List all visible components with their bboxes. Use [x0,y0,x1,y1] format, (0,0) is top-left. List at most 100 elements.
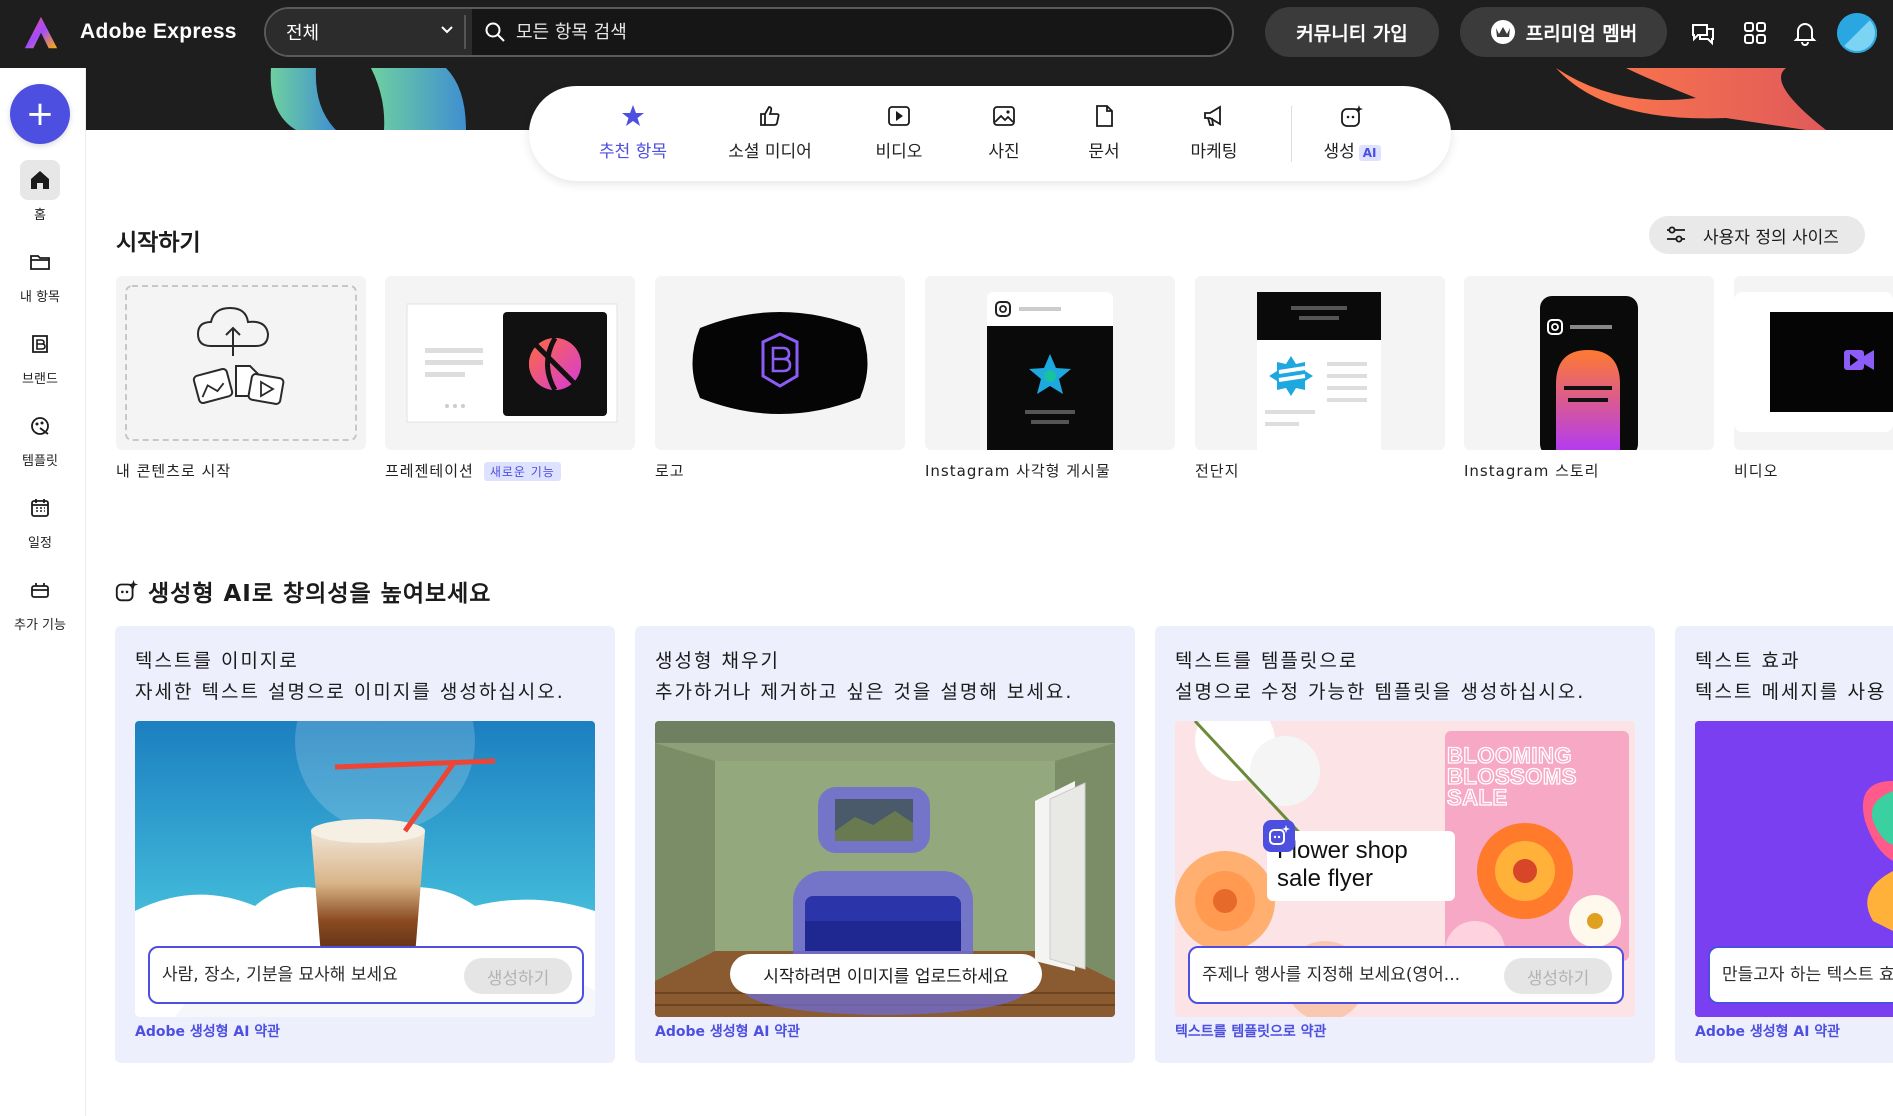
generate-button[interactable]: 생성하기 [464,958,572,994]
avatar[interactable] [1837,13,1877,53]
premium-member-button[interactable]: 프리미엄 멤버 [1460,7,1667,57]
ai-terms-link[interactable]: Adobe 생성형 AI 약관 [655,1021,800,1041]
sidebar-item-my-items[interactable]: 내 항목 [0,242,80,305]
new-feature-badge: 새로운 기능 [483,462,561,481]
create-button[interactable]: + [10,84,70,144]
sidebar-item-home[interactable]: 홈 [0,160,80,223]
ai-card-title: 텍스트 효과 [1695,650,1801,672]
ai-card-title-wrap: 텍스트를 템플릿으로 설명으로 수정 가능한 템플릿을 생성하십시오. [1175,646,1585,708]
tab-label: 문서 [1088,142,1120,162]
tab-recommended[interactable]: 추천 항목 [583,102,683,162]
search-bar: 전체 [264,7,1234,57]
upload-image-button[interactable]: 시작하려면 이미지를 업로드하세요 [730,954,1042,994]
start-section-title: 시작하기 [116,230,201,256]
apps-grid-icon[interactable] [1740,18,1770,48]
ai-card-title-wrap: 생성형 채우기 추가하거나 제거하고 싶은 것을 설명해 보세요. [655,646,1073,708]
megaphone-icon [1204,105,1221,126]
instagram-square-thumbnail [987,292,1113,450]
start-card-presentation[interactable] [385,276,635,450]
tab-label: 비디오 [875,142,923,162]
text-to-image-input[interactable] [160,958,450,992]
sidebar-item-brand[interactable]: 브랜드 [0,324,80,387]
start-card-label: Instagram 스토리 [1464,462,1600,480]
start-card-label: 프레젠테이션 [385,462,474,480]
sidebar-item-label: 홈 [34,208,46,223]
flyer-thumbnail [1257,292,1381,450]
start-card-label: 전단지 [1195,462,1240,480]
search-scope-label: 전체 [286,23,320,44]
tab-label: 소셜 미디어 [728,142,812,162]
ai-card-title: 생성형 채우기 [655,650,780,672]
chat-icon[interactable] [1688,18,1718,48]
generate-button[interactable]: 생성하기 [1504,958,1612,994]
tab-label: 추천 항목 [599,142,667,162]
search-divider [464,15,466,49]
ai-sample-image-flowers: BLOOMING BLOSSOMS SALE Flower shop sale … [1175,721,1635,1017]
ai-card-desc: 자세한 텍스트 설명으로 이미지를 생성하십시오. [135,681,565,703]
start-card-logo[interactable] [655,276,905,450]
text-to-template-prompt: 생성하기 [1188,946,1624,1004]
start-card-video[interactable] [1734,276,1893,450]
tab-label: 생성 [1323,142,1355,162]
premium-member-label: 프리미엄 멤버 [1525,22,1638,45]
document-icon [1096,105,1113,127]
presentation-thumbnail [406,303,618,423]
sidebar-item-schedule[interactable]: 일정 [0,488,80,551]
template-terms-link[interactable]: 텍스트를 템플릿으로 약관 [1175,1021,1326,1041]
sidebar-item-templates[interactable]: 템플릿 [0,406,80,469]
text-to-image-prompt: 생성하기 [148,946,584,1004]
sparkle-image-icon [115,579,139,602]
tab-generate[interactable]: 생성 AI [1307,102,1397,162]
video-thumbnail [1734,292,1893,432]
custom-size-label: 사용자 정의 사이즈 [1703,227,1839,248]
poster-line: SALE [1446,785,1508,810]
tab-video[interactable]: 비디오 [859,102,939,162]
tab-document[interactable]: 문서 [1069,102,1139,162]
template-icon [20,406,60,446]
custom-size-button[interactable]: 사용자 정의 사이즈 [1649,216,1865,254]
start-card-instagram-story[interactable] [1464,276,1714,450]
sidebar-item-label: 추가 기능 [14,618,66,633]
sparkle-image-icon [1341,105,1363,127]
logo-thumbnail [692,312,868,414]
text-effects-input[interactable] [1720,958,1893,992]
ai-card-text-to-image[interactable]: 텍스트를 이미지로 자세한 텍스트 설명으로 이미지를 생성하십시오. 생성하기… [115,626,615,1063]
ai-terms-link[interactable]: Adobe 생성형 AI 약관 [1695,1021,1840,1041]
text-to-template-input[interactable] [1200,958,1490,992]
ai-terms-link[interactable]: Adobe 생성형 AI 약관 [135,1021,280,1041]
start-card-flyer[interactable] [1195,276,1445,450]
search-input[interactable] [514,14,1204,50]
search-scope-dropdown[interactable]: 전체 [266,9,472,55]
tab-marketing[interactable]: 마케팅 [1169,102,1259,162]
sparkle-image-icon [1263,820,1295,852]
adobe-express-logo[interactable] [22,14,60,52]
instagram-story-thumbnail [1540,296,1638,450]
ai-card-generative-fill[interactable]: 생성형 채우기 추가하거나 제거하고 싶은 것을 설명해 보세요. 시작하려면 … [635,626,1135,1063]
flyer-caption: Flower shop sale flyer [1267,831,1455,901]
ai-card-title: 텍스트를 템플릿으로 [1175,650,1359,672]
tab-photo[interactable]: 사진 [969,102,1039,162]
start-card-label: 비디오 [1734,462,1779,480]
ai-card-title-wrap: 텍스트를 이미지로 자세한 텍스트 설명으로 이미지를 생성하십시오. [135,646,565,708]
tab-social-media[interactable]: 소셜 미디어 [705,102,835,162]
ai-card-desc: 설명으로 수정 가능한 템플릿을 생성하십시오. [1175,681,1586,703]
flyer-caption-line: sale flyer [1277,865,1374,892]
tab-label-wrap: 생성 AI [1307,137,1397,162]
poster-headline: BLOOMING BLOSSOMS SALE [1446,744,1627,810]
start-card-own-content[interactable] [116,276,366,450]
join-community-button[interactable]: 커뮤니티 가입 [1265,7,1439,57]
ai-card-text-to-template[interactable]: 텍스트를 템플릿으로 설명으로 수정 가능한 템플릿을 생성하십시오. BLOO… [1155,626,1655,1063]
sidebar-item-addons[interactable]: 추가 기능 [0,570,80,633]
tab-label: 사진 [988,142,1020,162]
poster-line: BLOSSOMS [1446,764,1577,789]
ai-sample-image-room: 시작하려면 이미지를 업로드하세요 [655,721,1115,1017]
ai-card-text-effects[interactable]: 텍스트 효과 텍스트 메세지를 사용 Adobe 생성형 AI 약관 [1675,626,1893,1063]
bell-icon[interactable] [1790,18,1820,48]
start-card-instagram-square[interactable] [925,276,1175,450]
addon-icon [20,570,60,610]
ai-badge: AI [1358,145,1381,161]
start-card-label-wrap: 프레젠테이션 새로운 기능 [385,460,561,481]
sidebar-item-label: 브랜드 [22,372,58,387]
ai-card-title: 텍스트를 이미지로 [135,650,299,672]
calendar-icon [20,488,60,528]
